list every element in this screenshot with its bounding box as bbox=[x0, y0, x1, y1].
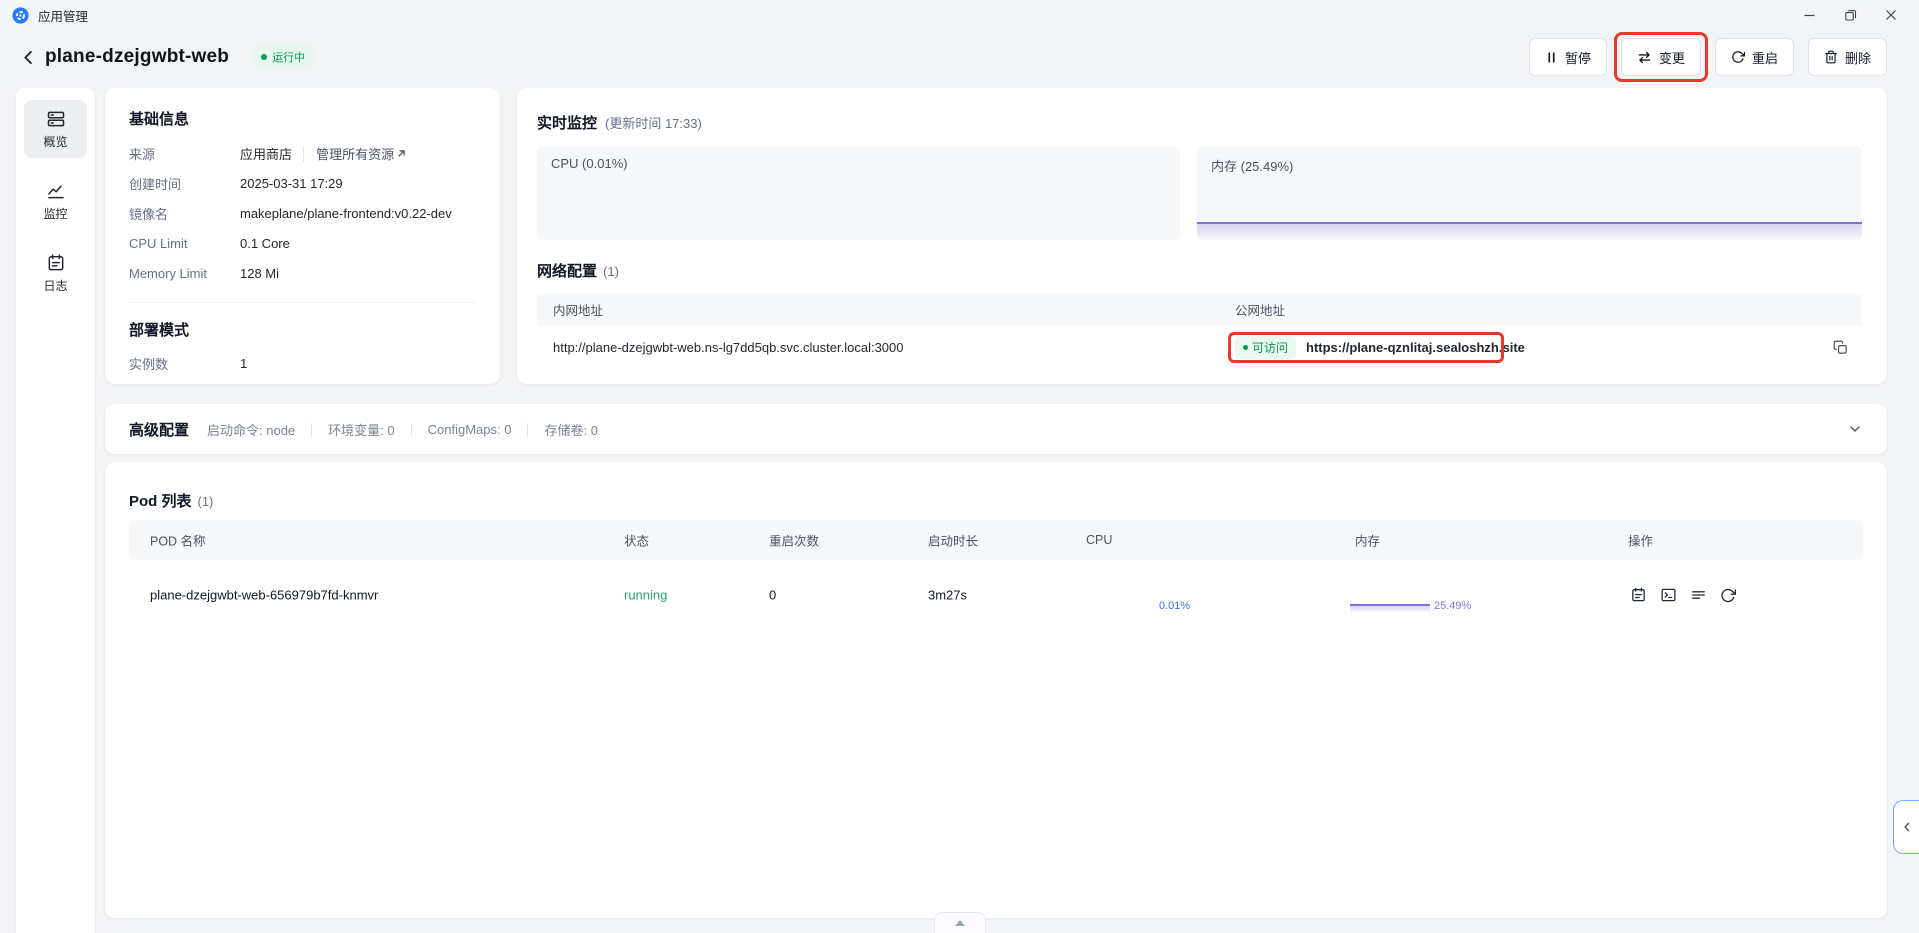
memory-chart-label: 内存 (25.49%) bbox=[1211, 159, 1294, 174]
arrow-up-icon bbox=[955, 920, 965, 926]
header-actions: 操作 bbox=[1628, 534, 1654, 549]
close-icon[interactable] bbox=[1885, 9, 1897, 21]
header-cpu: CPU bbox=[1086, 533, 1113, 547]
pod-memory-sparkline bbox=[1350, 604, 1430, 613]
pod-list-count: (1) bbox=[197, 494, 214, 509]
restart-icon bbox=[1732, 51, 1745, 63]
pod-memory-value: 25.49% bbox=[1434, 600, 1472, 612]
network-count: (1) bbox=[603, 264, 619, 279]
accessible-dot-icon bbox=[1243, 345, 1248, 350]
pod-terminal-icon[interactable] bbox=[1660, 587, 1677, 604]
advanced-config-bar[interactable]: 高级配置 启动命令: node 环境变量: 0 ConfigMaps: 0 存储… bbox=[105, 404, 1887, 454]
network-table-row: http://plane-dzejgwbt-web.ns-lg7dd5qb.sv… bbox=[537, 325, 1862, 370]
internal-address-header: 内网地址 bbox=[553, 304, 604, 318]
pause-icon bbox=[1548, 51, 1555, 63]
advanced-config-title: 高级配置 bbox=[129, 421, 190, 439]
pod-name: plane-dzejgwbt-web-656979b7fd-knmvr bbox=[150, 587, 379, 603]
pod-cpu-value: 0.01% bbox=[1159, 600, 1191, 612]
monitor-network-card: 实时监控 (更新时间 17:33) CPU (0.01%) 内存 (25.49%… bbox=[517, 88, 1887, 384]
header-actions: 暂停 变更 重启 删除 bbox=[1528, 32, 1899, 82]
pod-table-header: POD 名称 状态 重启次数 启动时长 CPU 内存 操作 bbox=[129, 520, 1863, 560]
sidebar-item-logs[interactable]: 日志 bbox=[24, 244, 87, 302]
bottom-drawer-handle[interactable] bbox=[934, 912, 986, 933]
pod-logs-icon[interactable] bbox=[1630, 587, 1647, 604]
basic-info-title: 基础信息 bbox=[129, 111, 190, 128]
cpu-limit-row: CPU Limit 0.1 Core bbox=[129, 235, 290, 251]
sidebar: 概览 监控 日志 bbox=[16, 88, 95, 933]
memory-usage-line bbox=[1197, 222, 1862, 240]
env-vars-count: 环境变量: 0 bbox=[328, 422, 395, 438]
overview-icon bbox=[47, 111, 64, 126]
change-button[interactable]: 变更 bbox=[1620, 38, 1701, 76]
restart-button[interactable]: 重启 bbox=[1714, 38, 1794, 76]
network-title: 网络配置 bbox=[537, 263, 598, 280]
network-table-header: 内网地址 公网地址 bbox=[537, 294, 1862, 325]
external-link-icon bbox=[398, 149, 405, 157]
advanced-config-summary: 启动命令: node 环境变量: 0 ConfigMaps: 0 存储卷: 0 bbox=[207, 420, 598, 439]
app-logo-icon bbox=[12, 6, 29, 24]
cpu-chart: CPU (0.01%) bbox=[537, 146, 1180, 240]
pause-button[interactable]: 暂停 bbox=[1528, 38, 1607, 76]
status-dot-icon bbox=[261, 54, 268, 60]
external-address-header: 公网地址 bbox=[1235, 304, 1286, 318]
pod-status: running bbox=[624, 587, 668, 603]
cpu-chart-label: CPU (0.01%) bbox=[551, 156, 628, 171]
window-title: 应用管理 bbox=[38, 9, 89, 24]
restore-icon[interactable] bbox=[1844, 9, 1857, 22]
accessible-badge: 可访问 bbox=[1235, 336, 1297, 359]
sidebar-item-monitor[interactable]: 监控 bbox=[24, 172, 87, 230]
header-pod-name: POD 名称 bbox=[150, 534, 206, 549]
page-header: plane-dzejgwbt-web 运行中 暂停 变更 重启 删除 bbox=[0, 30, 1919, 84]
image-row: 镜像名 makeplane/plane-frontend:v0.22-dev bbox=[129, 205, 452, 222]
basic-info-card: 基础信息 来源 应用商店 │ 管理所有资源 创建时间 2025-03-31 17… bbox=[105, 88, 500, 384]
status-badge: 运行中 bbox=[251, 45, 316, 69]
pod-list-title: Pod 列表 bbox=[129, 493, 192, 510]
right-drawer-handle[interactable] bbox=[1893, 800, 1919, 854]
minimize-icon[interactable] bbox=[1803, 9, 1816, 22]
memory-limit-row: Memory Limit 128 Mi bbox=[129, 265, 280, 281]
instance-row: 实例数 1 bbox=[129, 355, 248, 372]
configmaps-count: ConfigMaps: 0 bbox=[427, 421, 512, 437]
internal-address: http://plane-dzejgwbt-web.ns-lg7dd5qb.sv… bbox=[553, 340, 904, 355]
header-restarts: 重启次数 bbox=[769, 534, 820, 549]
deploy-mode-title: 部署模式 bbox=[129, 322, 190, 339]
sidebar-item-overview[interactable]: 概览 bbox=[24, 100, 87, 158]
change-icon bbox=[1638, 51, 1651, 63]
back-button[interactable] bbox=[20, 49, 37, 66]
pod-actions bbox=[1630, 587, 1736, 604]
created-row: 创建时间 2025-03-31 17:29 bbox=[129, 175, 343, 192]
pod-details-icon[interactable] bbox=[1690, 587, 1707, 604]
monitor-update-time: (更新时间 17:33) bbox=[605, 116, 702, 131]
header-age: 启动时长 bbox=[928, 534, 979, 549]
trash-icon bbox=[1825, 50, 1837, 64]
volumes-count: 存储卷: 0 bbox=[544, 422, 598, 438]
monitor-title: 实时监控 bbox=[537, 115, 598, 132]
pod-table-row: plane-dzejgwbt-web-656979b7fd-knmvr runn… bbox=[129, 560, 1863, 630]
logs-icon bbox=[48, 253, 63, 270]
divider bbox=[129, 302, 476, 303]
header-memory: 内存 bbox=[1355, 534, 1381, 549]
pod-restart-icon[interactable] bbox=[1720, 587, 1736, 603]
public-url-link[interactable]: https://plane-qznlitaj.sealoshzh.site bbox=[1306, 340, 1525, 355]
chevron-down-icon[interactable] bbox=[1847, 421, 1863, 437]
pod-list-card: Pod 列表 (1) POD 名称 状态 重启次数 启动时长 CPU 内存 操作… bbox=[105, 462, 1887, 918]
chevron-left-icon bbox=[1903, 822, 1909, 832]
manage-resources-link[interactable]: 管理所有资源 bbox=[316, 144, 407, 163]
pod-age: 3m27s bbox=[928, 587, 968, 603]
memory-chart: 内存 (25.49%) bbox=[1197, 146, 1862, 240]
delete-button[interactable]: 删除 bbox=[1807, 38, 1887, 76]
source-row: 来源 应用商店 │ 管理所有资源 bbox=[129, 138, 476, 168]
page-title: plane-dzejgwbt-web bbox=[45, 46, 230, 67]
status-badge-label: 运行中 bbox=[272, 52, 306, 64]
launch-command: 启动命令: node bbox=[207, 422, 296, 438]
copy-icon[interactable] bbox=[1833, 340, 1848, 355]
window-titlebar: 应用管理 bbox=[0, 0, 1919, 30]
monitor-chart-icon bbox=[47, 184, 64, 198]
pod-restarts: 0 bbox=[769, 587, 777, 603]
header-status: 状态 bbox=[624, 534, 650, 549]
